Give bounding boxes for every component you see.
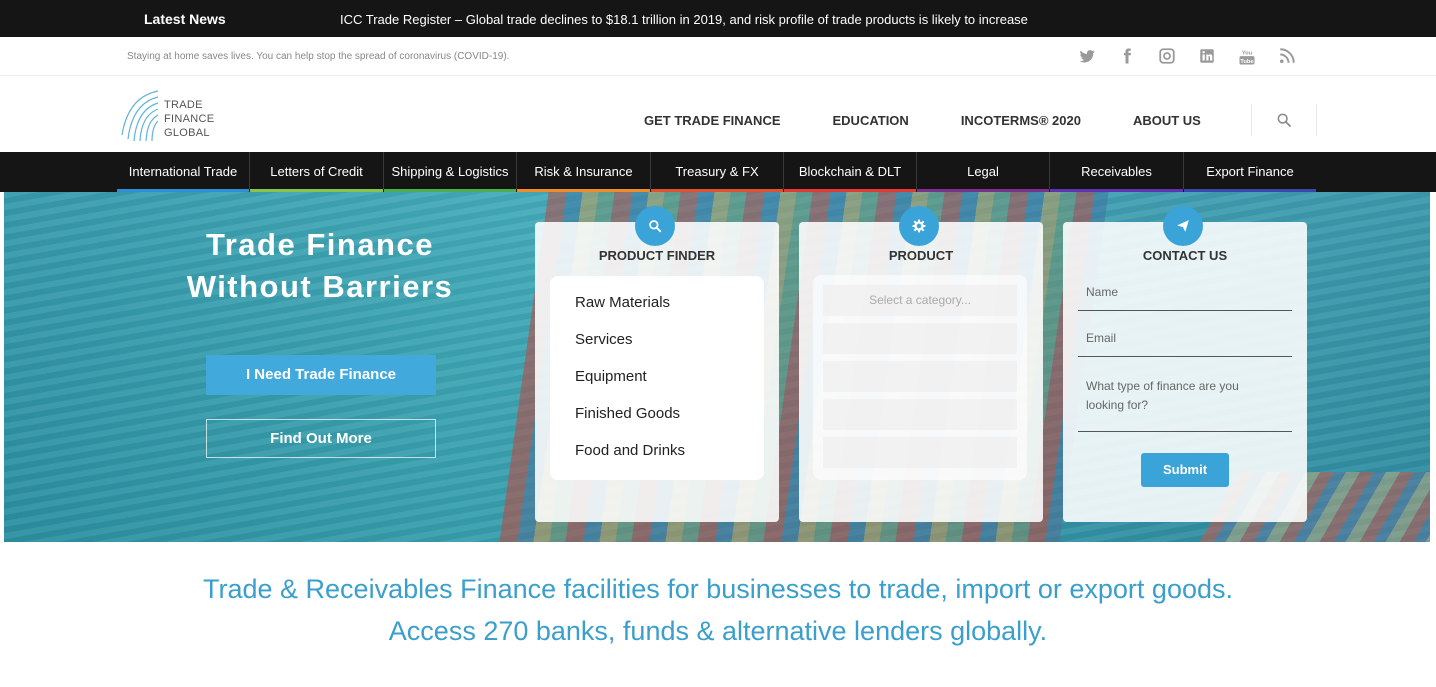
search-icon: [1252, 104, 1316, 140]
category-label: Blockchain & DLT: [798, 164, 902, 179]
logo-mark-icon: [121, 90, 159, 142]
finder-item-food-and-drinks[interactable]: Food and Drinks: [575, 442, 685, 459]
category-legal[interactable]: Legal: [917, 152, 1049, 192]
product-finder-list: Raw Materials Services Equipment Finishe…: [550, 276, 764, 480]
site-logo[interactable]: TRADE FINANCE GLOBAL: [118, 85, 228, 145]
category-shipping-logistics[interactable]: Shipping & Logistics: [384, 152, 516, 192]
latest-news-label: Latest News: [144, 11, 226, 27]
news-headline-link[interactable]: ICC Trade Register – Global trade declin…: [340, 12, 1028, 27]
rss-icon[interactable]: [1277, 47, 1297, 67]
tagline-line2: Access 270 banks, funds & alternative le…: [388, 616, 1048, 646]
hero-banner: Trade Finance Without Barriers I Need Tr…: [4, 192, 1430, 542]
product-category-select[interactable]: Select a category...: [823, 285, 1017, 316]
svg-text:You: You: [1242, 51, 1253, 57]
category-label: Legal: [967, 164, 999, 179]
finder-item-finished-goods[interactable]: Finished Goods: [575, 405, 680, 422]
category-label: Receivables: [1081, 164, 1152, 179]
finder-item-raw-materials[interactable]: Raw Materials: [575, 294, 670, 311]
category-export-finance[interactable]: Export Finance: [1184, 152, 1316, 192]
submit-button[interactable]: Submit: [1141, 453, 1229, 487]
category-international-trade[interactable]: International Trade: [117, 152, 249, 192]
svg-text:Tube: Tube: [1240, 59, 1254, 65]
category-blockchain-dlt[interactable]: Blockchain & DLT: [784, 152, 916, 192]
search-icon: [635, 206, 675, 246]
contact-card: CONTACT US Name Email What type of finan…: [1063, 206, 1307, 522]
category-label: Treasury & FX: [675, 164, 759, 179]
product-category-list: Select a category...: [813, 275, 1027, 480]
logo-text-line1: TRADE: [164, 99, 203, 111]
header-search-button[interactable]: [1251, 104, 1317, 136]
category-treasury-fx[interactable]: Treasury & FX: [651, 152, 783, 192]
product-option[interactable]: [823, 361, 1017, 392]
gear-icon: [899, 206, 939, 246]
youtube-icon[interactable]: You Tube: [1237, 47, 1257, 67]
email-field[interactable]: Email: [1078, 331, 1292, 357]
need-trade-finance-button[interactable]: I Need Trade Finance: [206, 355, 436, 395]
nav-get-trade-finance[interactable]: GET TRADE FINANCE: [618, 110, 807, 132]
product-title: PRODUCT: [888, 248, 954, 263]
category-receivables[interactable]: Receivables: [1050, 152, 1183, 192]
category-risk-insurance[interactable]: Risk & Insurance: [517, 152, 650, 192]
finder-item-equipment[interactable]: Equipment: [575, 368, 647, 385]
message-field[interactable]: What type of finance are you looking for…: [1078, 377, 1292, 432]
category-label: Letters of Credit: [270, 164, 363, 179]
hero-title-line1: Trade Finance: [206, 227, 434, 262]
name-placeholder: Name: [1086, 285, 1119, 299]
covid-notice-text: Staying at home saves lives. You can hel…: [127, 51, 510, 62]
product-option[interactable]: [823, 437, 1017, 468]
nav-education[interactable]: EDUCATION: [807, 110, 935, 132]
category-label: Risk & Insurance: [534, 164, 633, 179]
message-placeholder: What type of finance are you looking for…: [1086, 379, 1239, 412]
facebook-icon[interactable]: [1117, 47, 1137, 67]
category-navigation: International Trade Letters of Credit Sh…: [0, 152, 1436, 192]
linkedin-icon[interactable]: [1197, 47, 1217, 67]
instagram-icon[interactable]: [1157, 47, 1177, 67]
find-out-more-button[interactable]: Find Out More: [206, 419, 436, 458]
hero-tagline: Trade & Receivables Finance facilities f…: [0, 568, 1436, 652]
latest-news-bar: Latest News ICC Trade Register – Global …: [0, 0, 1436, 37]
product-option[interactable]: [823, 399, 1017, 430]
category-letters-of-credit[interactable]: Letters of Credit: [250, 152, 383, 192]
social-links: You Tube: [1077, 47, 1297, 67]
category-label: Export Finance: [1206, 164, 1294, 179]
product-option[interactable]: [823, 323, 1017, 354]
product-finder-title: PRODUCT FINDER: [598, 248, 716, 263]
hero-title: Trade Finance Without Barriers: [144, 224, 496, 308]
product-card: PRODUCT Select a category...: [799, 206, 1043, 522]
tagline-line1: Trade & Receivables Finance facilities f…: [203, 574, 1233, 604]
category-label: International Trade: [128, 164, 238, 179]
logo-text-line3: GLOBAL: [164, 127, 210, 139]
main-navigation: GET TRADE FINANCE EDUCATION INCOTERMS® 2…: [618, 110, 1227, 132]
logo-text-line2: FINANCE: [164, 113, 215, 125]
nav-incoterms[interactable]: INCOTERMS® 2020: [935, 110, 1107, 132]
hero-title-line2: Without Barriers: [186, 269, 454, 304]
finder-item-services[interactable]: Services: [575, 331, 633, 348]
nav-about-us[interactable]: ABOUT US: [1107, 110, 1227, 132]
contact-title: CONTACT US: [1142, 248, 1228, 263]
paper-plane-icon: [1163, 206, 1203, 246]
product-finder-card: PRODUCT FINDER Raw Materials Services Eq…: [535, 206, 779, 522]
twitter-icon[interactable]: [1077, 47, 1097, 67]
email-placeholder: Email: [1086, 331, 1117, 345]
name-field[interactable]: Name: [1078, 285, 1292, 311]
category-label: Shipping & Logistics: [391, 164, 509, 179]
